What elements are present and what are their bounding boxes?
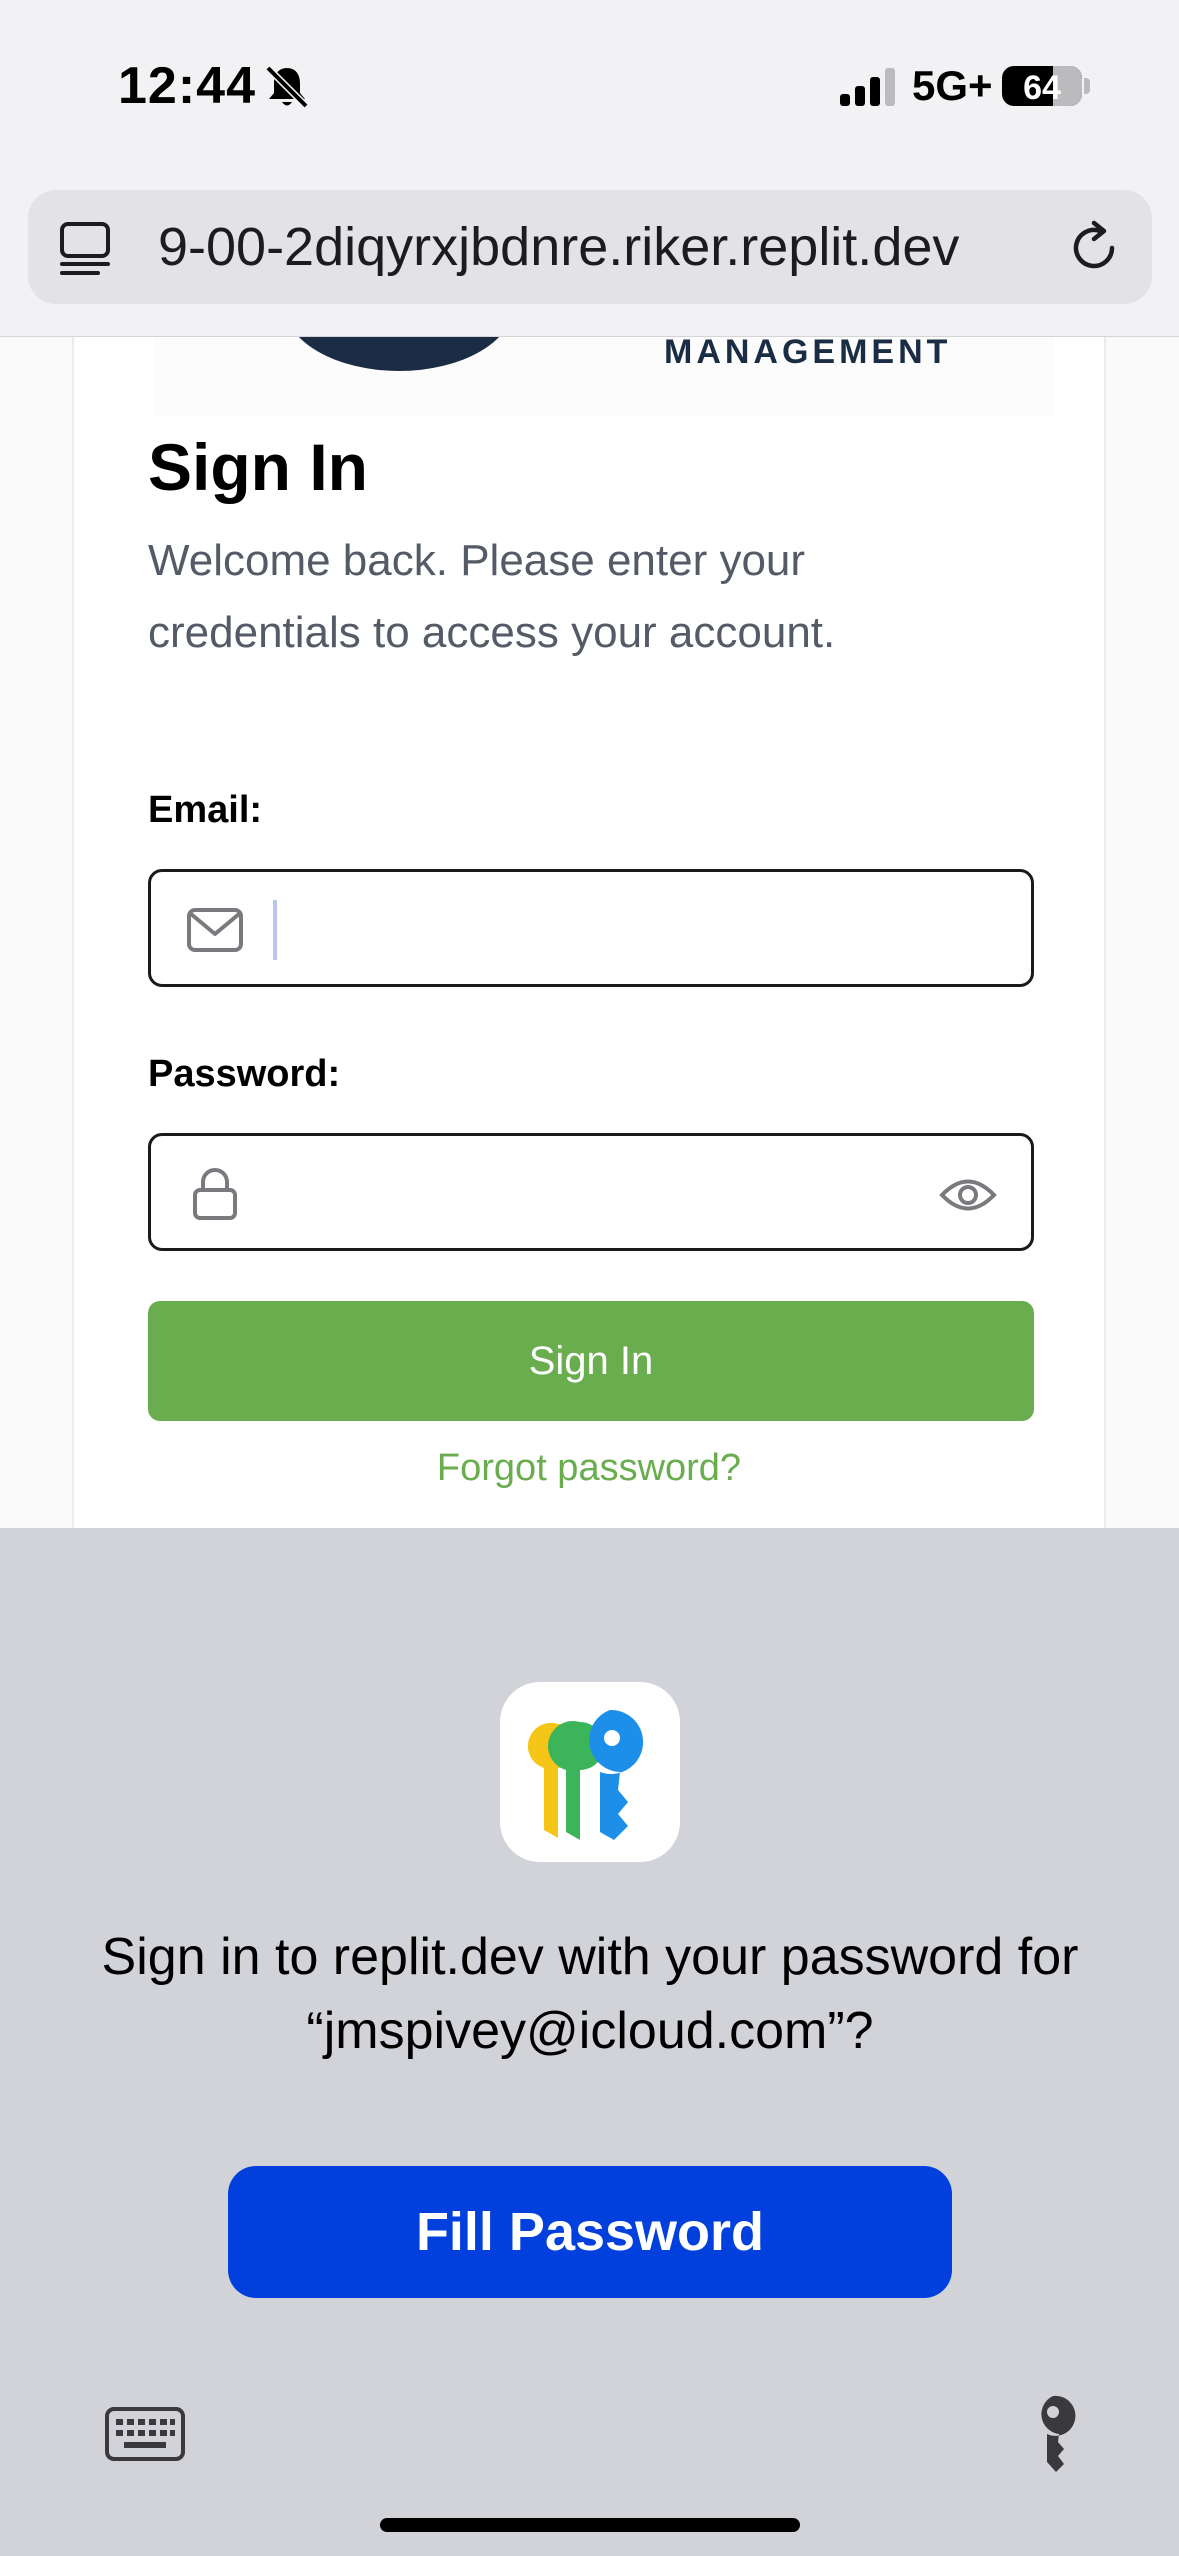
password-label: Password: [148, 1053, 341, 1095]
tab-overview-icon[interactable] [58, 220, 114, 276]
address-bar[interactable]: 9-00-2diqyrxjbdnre.riker.replit.dev [28, 190, 1152, 304]
battery-indicator: 64 [1002, 66, 1082, 106]
cellular-signal-icon [840, 68, 895, 106]
battery-cap [1084, 78, 1090, 94]
passwords-app-icon [500, 1682, 680, 1862]
company-logo: MANAGEMENT [154, 336, 1054, 417]
logo-emblem [284, 337, 514, 371]
envelope-icon [187, 908, 243, 952]
page-title: Sign In [148, 430, 368, 504]
home-indicator [380, 2518, 800, 2532]
eye-icon[interactable] [939, 1172, 997, 1218]
status-time: 12:44 [118, 57, 256, 115]
password-field[interactable] [148, 1133, 1034, 1251]
fill-password-button[interactable]: Fill Password [228, 2166, 952, 2298]
forgot-password-link[interactable]: Forgot password? [74, 1447, 1104, 1490]
password-autofill-panel: Sign in to replit.dev with your password… [0, 1528, 1179, 2556]
battery-percent: 64 [1023, 69, 1061, 106]
web-page: MANAGEMENT Sign In Welcome back. Please … [0, 336, 1179, 1528]
reload-icon[interactable] [1064, 218, 1124, 278]
keyboard-icon[interactable] [104, 2406, 186, 2462]
key-icon[interactable] [1030, 2394, 1076, 2476]
network-type: 5G+ [912, 62, 993, 109]
url-text[interactable]: 9-00-2diqyrxjbdnre.riker.replit.dev [158, 216, 1058, 278]
keys-icon [527, 1709, 644, 1840]
email-label: Email: [148, 789, 263, 831]
sign-in-card: MANAGEMENT Sign In Welcome back. Please … [72, 336, 1106, 1528]
lock-icon [193, 1168, 237, 1220]
autofill-prompt: Sign in to replit.dev with your password… [101, 1928, 1079, 2060]
text-caret [273, 900, 277, 960]
logo-text: MANAGEMENT [664, 336, 952, 371]
bell-slash-icon [265, 65, 309, 109]
email-field[interactable] [148, 869, 1034, 987]
sign-in-button[interactable]: Sign In [148, 1301, 1034, 1421]
status-bar: 12:44 5G+ 64 [0, 0, 1179, 180]
page-subtitle: Welcome back. Please enter your credenti… [148, 536, 836, 657]
